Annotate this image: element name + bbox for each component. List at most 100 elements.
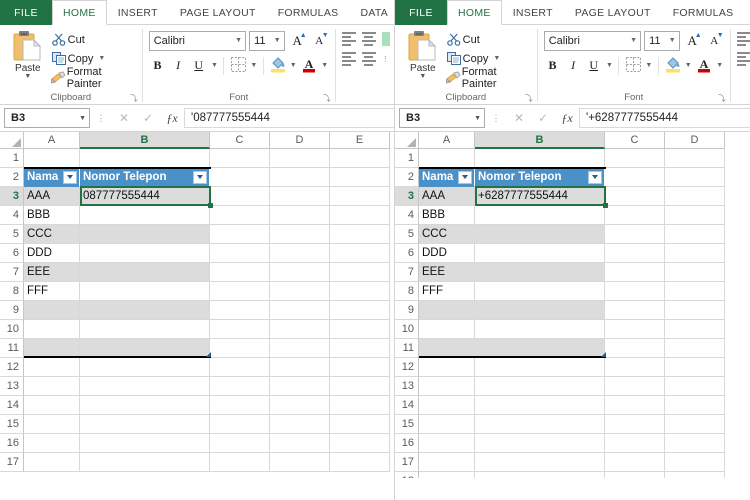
tab-file[interactable]: FILE <box>395 0 447 25</box>
cell-B15[interactable] <box>475 415 605 434</box>
row-header-4[interactable]: 4 <box>395 206 419 225</box>
cell-A14[interactable] <box>24 396 80 415</box>
cell-E17[interactable] <box>330 453 390 472</box>
filter-dropdown-b[interactable] <box>588 170 602 184</box>
cell-C4[interactable] <box>210 206 270 225</box>
cell-E9[interactable] <box>330 301 390 320</box>
cut-button[interactable]: Cut <box>50 31 136 48</box>
cell-A7[interactable]: EEE <box>419 263 475 282</box>
cell-B4[interactable] <box>80 206 210 225</box>
cell-B17[interactable] <box>475 453 605 472</box>
row-header-1[interactable]: 1 <box>395 149 419 168</box>
cell-D12[interactable] <box>665 358 725 377</box>
cell-E13[interactable] <box>330 377 390 396</box>
underline-button[interactable]: U <box>190 56 208 76</box>
cell-A8[interactable]: FFF <box>419 282 475 301</box>
row-header-7[interactable]: 7 <box>0 263 24 282</box>
row-header-10[interactable]: 10 <box>0 320 24 339</box>
cell-D2[interactable] <box>270 168 330 187</box>
cell-E5[interactable] <box>330 225 390 244</box>
cell-B5[interactable] <box>80 225 210 244</box>
cell-D3[interactable] <box>665 187 725 206</box>
font-size-combo[interactable]: 11 ▼ <box>249 30 285 51</box>
tab-page-layout[interactable]: PAGE LAYOUT <box>169 0 267 25</box>
clipboard-dialog-launcher[interactable]: ⤵ <box>525 95 533 103</box>
formula-bar-menu-dots[interactable]: ⋮ <box>90 113 112 124</box>
formula-bar-menu-dots[interactable]: ⋮ <box>485 113 507 124</box>
fill-color-button[interactable] <box>269 56 287 76</box>
cell-A6[interactable]: DDD <box>419 244 475 263</box>
row-header-10[interactable]: 10 <box>395 320 419 339</box>
copy-button[interactable]: Copy ▼ <box>445 50 531 67</box>
cell-E6[interactable] <box>330 244 390 263</box>
cell-A3[interactable]: AAA <box>419 187 475 206</box>
cell-D13[interactable] <box>270 377 330 396</box>
row-header-8[interactable]: 8 <box>395 282 419 301</box>
row-header-15[interactable]: 15 <box>395 415 419 434</box>
table-header-cell-b[interactable]: Nomor Telepon <box>80 168 210 187</box>
cell-D15[interactable] <box>270 415 330 434</box>
cell-A12[interactable] <box>24 358 80 377</box>
cell-A7[interactable]: EEE <box>24 263 80 282</box>
column-header-e[interactable]: E <box>330 132 390 149</box>
cell-C7[interactable] <box>605 263 665 282</box>
borders-caret[interactable]: ▼ <box>645 62 653 69</box>
cell-B5[interactable] <box>475 225 605 244</box>
cell-B3[interactable]: +6287777555444 <box>475 187 605 206</box>
align-top-button[interactable] <box>341 31 359 46</box>
table-header-cell-b[interactable]: Nomor Telepon <box>475 168 605 187</box>
row-header-12[interactable]: 12 <box>395 358 419 377</box>
cell-B10[interactable] <box>475 320 605 339</box>
cell-C6[interactable] <box>210 244 270 263</box>
underline-caret[interactable]: ▼ <box>606 62 614 69</box>
cell-C2[interactable] <box>605 168 665 187</box>
cell-A3[interactable]: AAA <box>24 187 80 206</box>
row-header-18[interactable]: 18 <box>395 472 419 478</box>
cell-C8[interactable] <box>210 282 270 301</box>
align-center-button[interactable] <box>361 51 379 66</box>
row-header-11[interactable]: 11 <box>395 339 419 358</box>
cell-D7[interactable] <box>665 263 725 282</box>
row-header-9[interactable]: 9 <box>0 301 24 320</box>
cell-A16[interactable] <box>419 434 475 453</box>
cell-A15[interactable] <box>24 415 80 434</box>
cell-B7[interactable] <box>80 263 210 282</box>
font-name-combo[interactable]: Calibri ▼ <box>543 30 642 51</box>
cell-E1[interactable] <box>330 149 390 168</box>
cell-D13[interactable] <box>665 377 725 396</box>
cell-E16[interactable] <box>330 434 390 453</box>
shrink-font-button[interactable]: A ▼ <box>310 31 328 51</box>
cell-B16[interactable] <box>475 434 605 453</box>
row-header-5[interactable]: 5 <box>0 225 24 244</box>
paste-button[interactable]: Paste ▼ <box>6 29 50 80</box>
cell-C6[interactable] <box>605 244 665 263</box>
cell-E4[interactable] <box>330 206 390 225</box>
cell-D16[interactable] <box>665 434 725 453</box>
cell-C9[interactable] <box>210 301 270 320</box>
row-header-9[interactable]: 9 <box>395 301 419 320</box>
cell-E11[interactable] <box>330 339 390 358</box>
filter-dropdown-a[interactable] <box>458 170 472 184</box>
cell-E15[interactable] <box>330 415 390 434</box>
cell-D18[interactable] <box>665 472 725 478</box>
cell-A8[interactable]: FFF <box>24 282 80 301</box>
cell-E3[interactable] <box>330 187 390 206</box>
filter-dropdown-b[interactable] <box>193 170 207 184</box>
cell-D7[interactable] <box>270 263 330 282</box>
cell-E10[interactable] <box>330 320 390 339</box>
row-header-2[interactable]: 2 <box>395 168 419 187</box>
align-middle-button[interactable] <box>361 31 379 46</box>
tab-home[interactable]: HOME <box>52 0 107 25</box>
cell-C11[interactable] <box>210 339 270 358</box>
format-painter-button[interactable]: Format Painter <box>50 66 136 90</box>
tab-home[interactable]: HOME <box>447 0 502 25</box>
cell-C18[interactable] <box>605 472 665 478</box>
cell-C14[interactable] <box>210 396 270 415</box>
cell-A17[interactable] <box>24 453 80 472</box>
row-header-16[interactable]: 16 <box>395 434 419 453</box>
cell-C12[interactable] <box>605 358 665 377</box>
bold-button[interactable]: B <box>544 56 562 76</box>
underline-button[interactable]: U <box>585 56 603 76</box>
row-header-3[interactable]: 3 <box>395 187 419 206</box>
select-all-corner[interactable] <box>395 132 419 149</box>
